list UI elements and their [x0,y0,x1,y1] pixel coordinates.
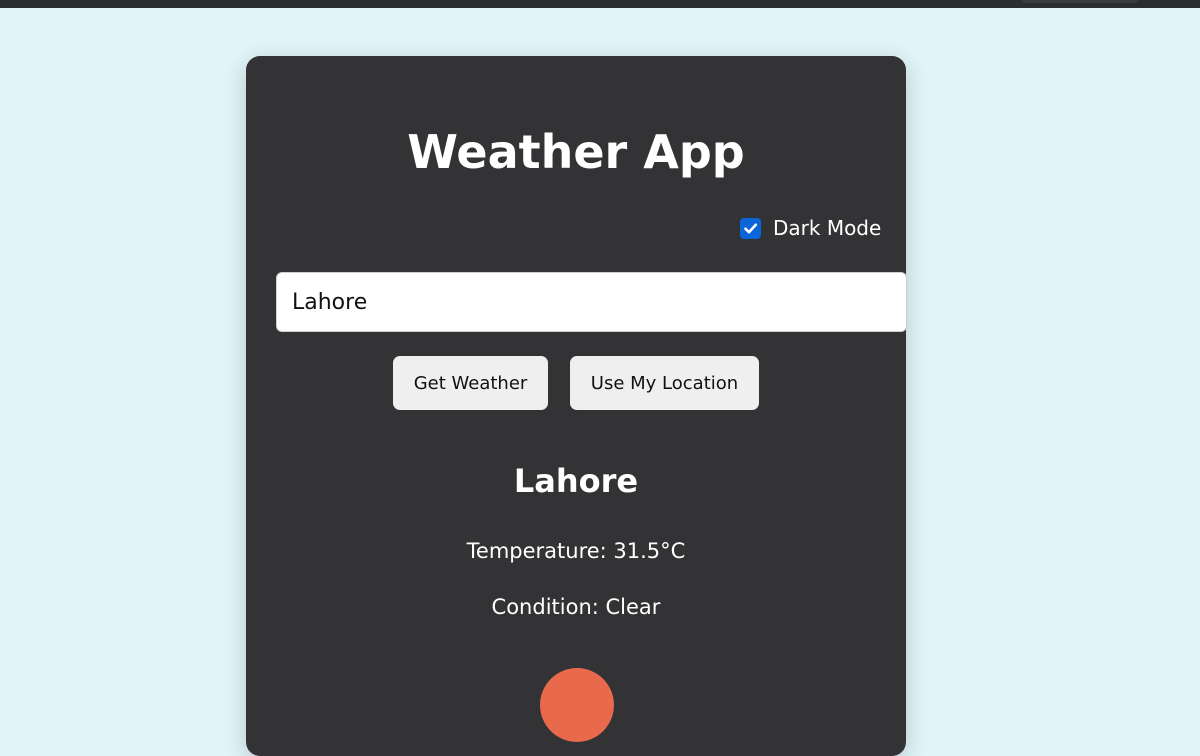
result-city-name: Lahore [513,462,639,500]
use-my-location-button[interactable]: Use My Location [570,356,759,410]
dark-mode-checkbox[interactable] [740,217,761,239]
app-title: Weather App [407,125,745,179]
temperature-text: Temperature: 31.5°C [466,539,686,563]
sun-icon [540,668,614,742]
dark-mode-label: Dark Mode [773,216,882,240]
dark-mode-toggle[interactable]: Dark Mode [740,216,881,240]
browser-tab-edge [1022,0,1138,3]
condition-text: Condition: Clear [491,595,661,619]
city-search-input[interactable] [276,272,907,332]
browser-top-strip [0,0,1200,8]
get-weather-button[interactable]: Get Weather [393,356,548,410]
checkmark-icon [744,223,758,233]
